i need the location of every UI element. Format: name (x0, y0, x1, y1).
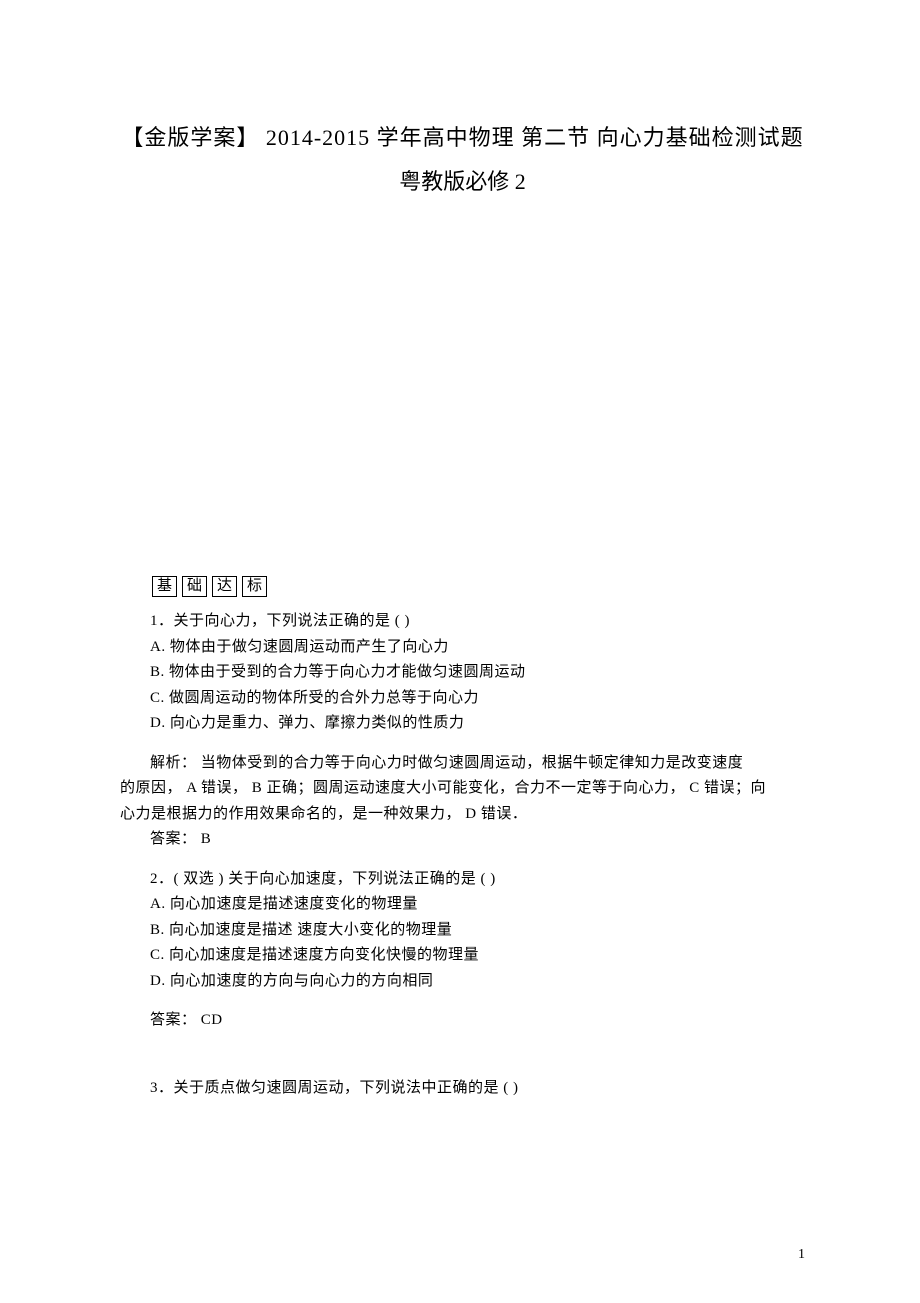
q1-option-d: D. 向心力是重力、弹力、摩擦力类似的性质力 (120, 711, 805, 737)
q2-stem: 2．( 双选 ) 关于向心加速度，下列说法正确的是 ( ) (120, 867, 805, 893)
heading-char: 础 (182, 576, 207, 597)
q1-analysis-line3: 心力是根据力的作用效果命名的，是一种效果力， D 错误． (120, 802, 805, 828)
q2-option-a: A. 向心加速度是描述速度变化的物理量 (120, 892, 805, 918)
q1-option-c: C. 做圆周运动的物体所受的合外力总等于向心力 (120, 686, 805, 712)
q2-option-b: B. 向心加速度是描述 速度大小变化的物理量 (120, 918, 805, 944)
heading-char: 基 (152, 576, 177, 597)
section-heading: 基 础 达 标 (120, 576, 805, 597)
heading-char: 标 (242, 576, 267, 597)
page-number: 1 (798, 1247, 805, 1263)
q2-answer: 答案： CD (120, 1008, 805, 1034)
q2-option-c: C. 向心加速度是描述速度方向变化快慢的物理量 (120, 943, 805, 969)
q2-option-d: D. 向心加速度的方向与向心力的方向相同 (120, 969, 805, 995)
page-subtitle: 粤教版必修 2 (120, 164, 805, 196)
q1-analysis-line1: 解析： 当物体受到的合力等于向心力时做匀速圆周运动，根据牛顿定律知力是改变速度 (120, 751, 805, 777)
page-title: 【金版学案】 2014-2015 学年高中物理 第二节 向心力基础检测试题 (120, 120, 805, 152)
heading-char: 达 (212, 576, 237, 597)
q1-stem: 1．关于向心力，下列说法正确的是 ( ) (120, 609, 805, 635)
q1-analysis-line2: 的原因， A 错误， B 正确；圆周运动速度大小可能变化，合力不一定等于向心力，… (120, 776, 805, 802)
q1-option-b: B. 物体由于受到的合力等于向心力才能做匀速圆周运动 (120, 660, 805, 686)
q1-option-a: A. 物体由于做匀速圆周运动而产生了向心力 (120, 635, 805, 661)
q3-stem: 3．关于质点做匀速圆周运动，下列说法中正确的是 ( ) (120, 1076, 805, 1102)
q1-answer: 答案： B (120, 827, 805, 853)
